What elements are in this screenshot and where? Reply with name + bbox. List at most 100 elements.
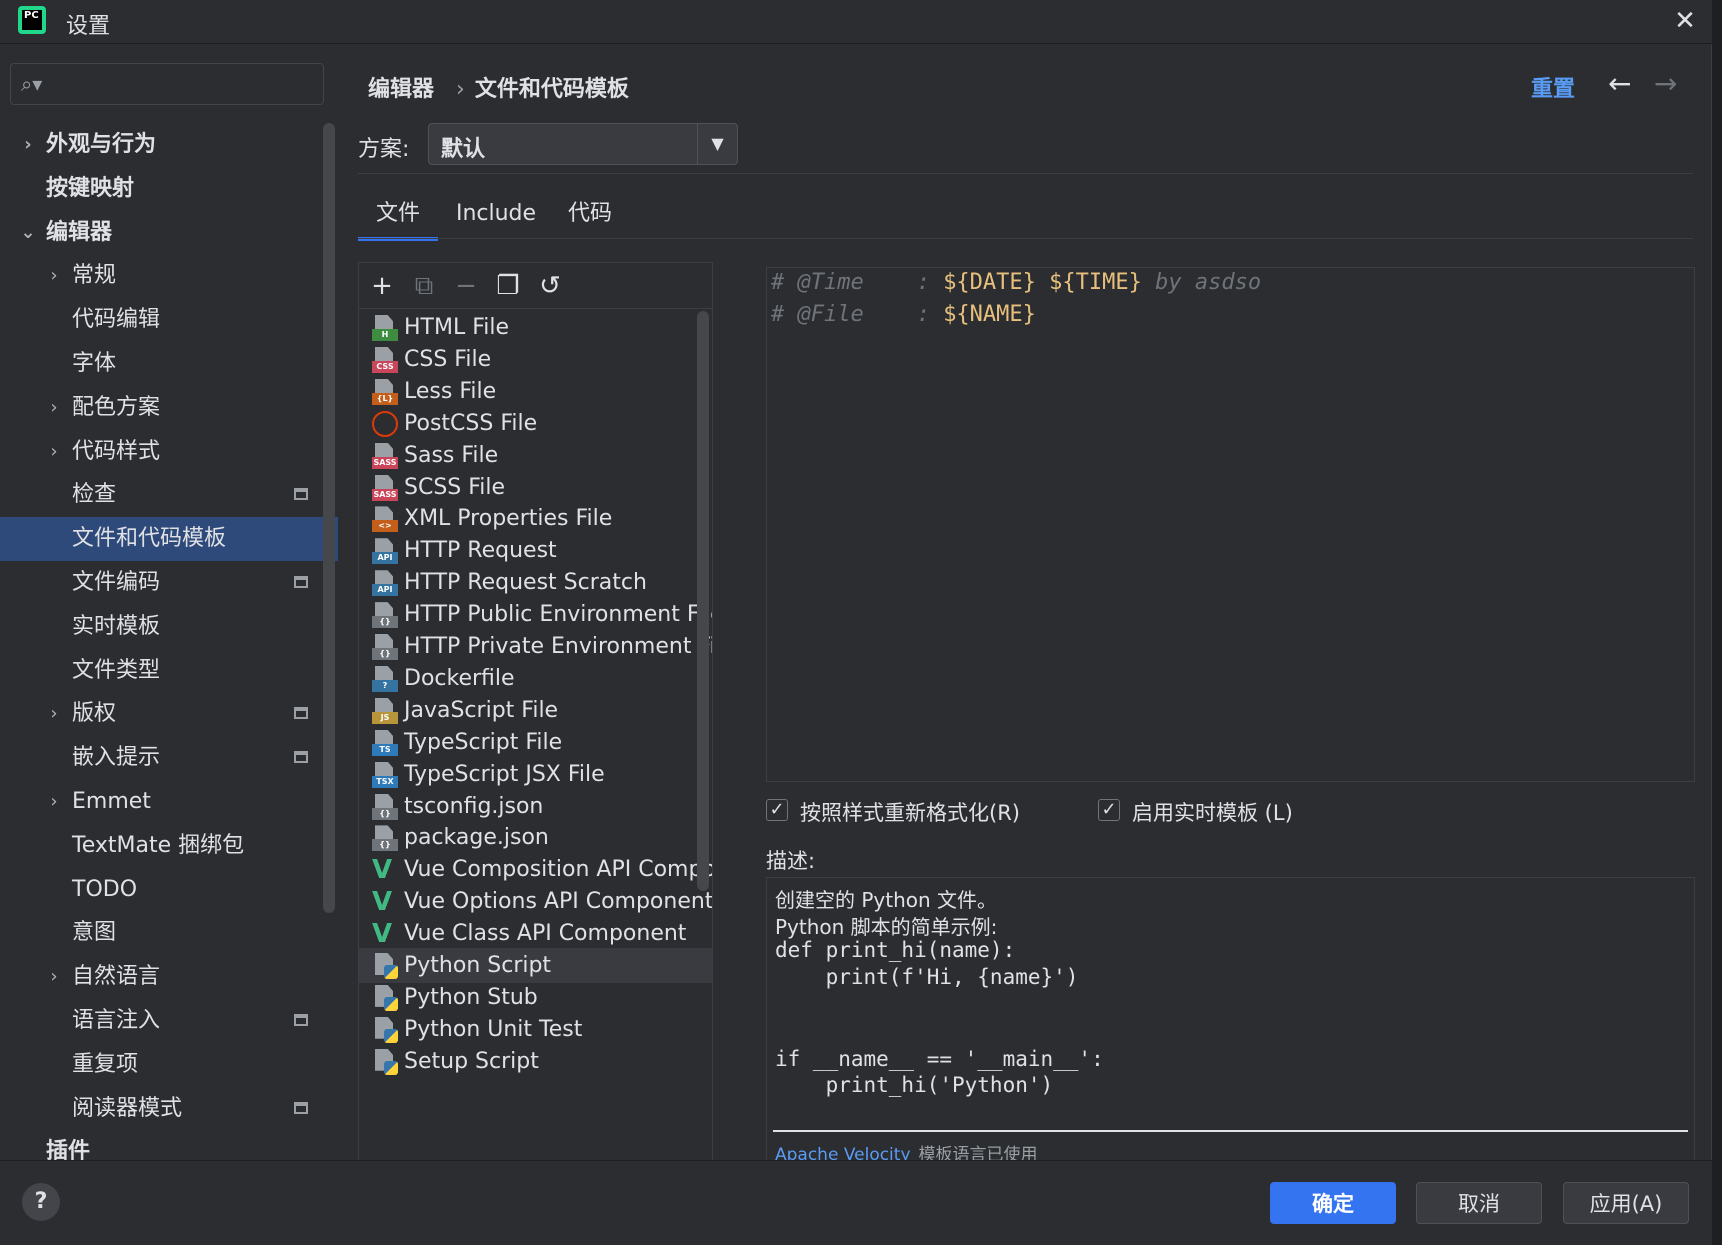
template-name: HTTP Public Environment File [404,602,712,628]
project-scope-icon [294,576,308,588]
sidebar-item[interactable]: 文件和代码模板 [0,517,338,562]
list-item[interactable]: TS TypeScript File [359,725,712,760]
sidebar-item[interactable]: 代码编辑 [0,298,338,342]
list-item[interactable]: {} HTTP Public Environment File [359,597,712,632]
sidebar-item[interactable]: 嵌入提示 [0,736,338,780]
sidebar-item[interactable]: 文件编码 [0,561,338,605]
sidebar-item[interactable]: › 版权 [0,692,338,736]
sidebar-item[interactable]: › Emmet [0,780,338,824]
chevron-right-icon[interactable]: › [44,430,64,474]
sidebar-item[interactable]: › 配色方案 [0,386,338,430]
sidebar-item[interactable]: TextMate 捆绑包 [0,824,338,868]
template-name: TypeScript File [404,729,563,755]
sidebar-item[interactable]: 按键映射 [0,167,338,211]
breadcrumb-editor[interactable]: 编辑器 [368,77,434,102]
sidebar-item[interactable]: TODO [0,868,338,912]
file-type-badge: API [372,584,398,597]
list-item[interactable]: V Vue Class API Component [359,916,712,951]
chevron-right-icon[interactable]: › [44,254,64,298]
list-item[interactable]: API HTTP Request Scratch [359,565,712,600]
less-file-icon: {L} [372,378,398,405]
add-child-icon[interactable]: ⧉ [407,269,441,303]
settings-search-input[interactable]: ⌕▾ [10,63,324,105]
sidebar-item[interactable]: ⌄ 编辑器 [0,211,338,255]
chevron-right-icon[interactable]: › [44,955,64,999]
list-item[interactable]: {L} Less File [359,374,712,409]
cancel-button[interactable]: 取消 [1416,1182,1542,1224]
help-button[interactable]: ? [22,1183,60,1221]
list-item[interactable]: {} package.json [359,820,712,855]
forward-arrow-icon[interactable]: → [1654,67,1677,100]
list-item[interactable]: <> XML Properties File [359,501,712,536]
list-item[interactable]: PostCSS File [359,406,712,441]
template-list-panel: + ⧉ − ❐ ↺ H HTML File CSS CSS File {L} Less F… [358,262,713,1189]
sidebar-item[interactable]: 实时模板 [0,605,338,649]
chevron-right-icon[interactable]: › [44,692,64,736]
api-file-icon: API [372,538,398,565]
sidebar-item[interactable]: 检查 [0,473,338,517]
template-editor[interactable]: # @Time : ${DATE} ${TIME} by asdso # @Fil… [766,267,1695,782]
list-item[interactable]: V Vue Options API Component [359,884,712,919]
sidebar-item-label: 编辑器 [46,219,113,245]
add-icon[interactable]: + [365,269,399,303]
apply-button[interactable]: 应用(A) [1563,1182,1689,1224]
list-item[interactable]: {} HTTP Private Environment File [359,629,712,664]
list-item[interactable]: Python Unit Test [359,1012,712,1047]
description-line: def print_hi(name): [775,938,1016,962]
sidebar-item[interactable]: 阅读器模式 [0,1087,338,1131]
list-item[interactable]: Python Stub [359,980,712,1015]
list-item[interactable]: SASS Sass File [359,438,712,473]
postcss-ring [372,410,398,437]
list-item[interactable]: Setup Script [359,1044,712,1079]
sidebar-scrollbar[interactable] [323,123,335,913]
list-item[interactable]: V Vue Composition API Component [359,852,712,887]
sidebar-item-label: 文件编码 [72,570,161,595]
list-item[interactable]: TSX TypeScript JSX File [359,757,712,792]
sidebar-item-label: 重复项 [72,1051,139,1077]
sidebar-item[interactable]: 意图 [0,911,338,955]
list-item[interactable]: ? Dockerfile [359,661,712,696]
list-item[interactable]: SASS SCSS File [359,470,712,505]
back-arrow-icon[interactable]: ← [1608,67,1631,100]
list-item[interactable]: CSS CSS File [359,342,712,377]
ok-button[interactable]: 确定 [1270,1182,1396,1224]
tab-code[interactable]: 代码 [554,191,626,241]
template-list: H HTML File CSS CSS File {L} Less File PostCSS… [359,310,712,1188]
sidebar-item[interactable]: › 常规 [0,254,338,298]
list-item[interactable]: Python Script [359,948,712,983]
sidebar-item[interactable]: 语言注入 [0,999,338,1043]
sidebar-item[interactable]: 重复项 [0,1043,338,1087]
list-item[interactable]: {} tsconfig.json [359,789,712,824]
template-name: Vue Class API Component [404,921,687,947]
list-item[interactable]: API HTTP Request [359,533,712,568]
tab-files[interactable]: 文件 [358,191,438,241]
file-type-badge: TSX [372,775,398,788]
sidebar-item-label: 实时模板 [72,613,161,639]
chevron-right-icon[interactable]: › [18,123,38,167]
chevron-right-icon[interactable]: › [44,386,64,430]
list-vertical-scrollbar[interactable] [697,311,709,891]
chevron-down-icon[interactable]: ⌄ [18,211,38,255]
list-item[interactable]: H HTML File [359,310,712,345]
breadcrumb-file-templates: 文件和代码模板 [474,77,629,102]
sidebar-item[interactable]: › 代码样式 [0,430,338,474]
remove-icon[interactable]: − [449,269,483,303]
json-file-icon: {} [372,634,398,660]
reset-icon[interactable]: ↺ [533,269,567,303]
list-item[interactable]: JS JavaScript File [359,693,712,728]
tab-include[interactable]: Include [446,191,546,241]
settings-dialog: PC 设置 ✕ ⌕▾ › 外观与行为 按键映射 ⌄ 编辑器 › 常规 代码编辑 字体 › 配色方案 ›… [0,0,1712,1245]
template-name: Less File [404,378,497,404]
reset-link[interactable]: 重置 [1531,71,1575,103]
sidebar-item[interactable]: 字体 [0,342,338,386]
sidebar-item[interactable]: › 外观与行为 [0,123,338,167]
close-icon[interactable]: ✕ [1670,6,1700,36]
chevron-right-icon[interactable]: › [44,780,64,824]
sidebar-item[interactable]: › 自然语言 [0,955,338,999]
ts-file-icon: TS [372,729,398,756]
code-comment: # @File : [771,302,944,327]
scheme-select[interactable]: 默认 ▼ [428,123,738,165]
sidebar-item-label: 检查 [72,482,117,508]
sidebar-item[interactable]: 文件类型 [0,649,338,693]
copy-icon[interactable]: ❐ [491,269,525,303]
